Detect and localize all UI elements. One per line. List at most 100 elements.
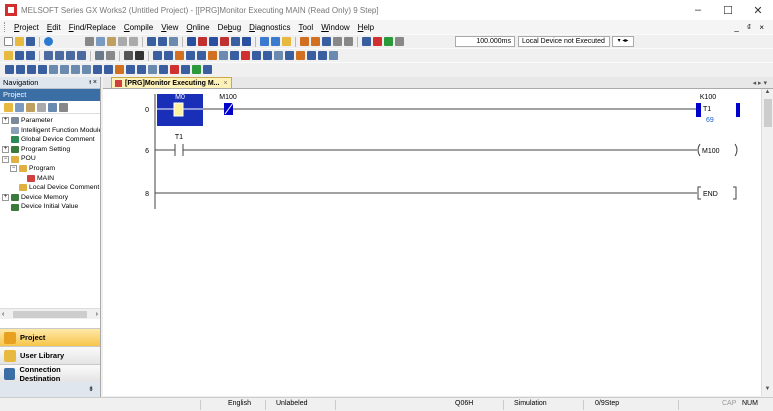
ladder-function-icon[interactable]: [71, 65, 80, 74]
tree-item[interactable]: MAIN: [2, 174, 100, 184]
nav-delete-icon[interactable]: [37, 102, 46, 112]
run-icon[interactable]: [373, 37, 382, 46]
nav-button-project[interactable]: Project: [0, 328, 100, 346]
device-list-icon[interactable]: [55, 51, 64, 60]
ladder-symbol-icon[interactable]: [153, 51, 162, 60]
navigation-configure-button[interactable]: ⇟: [0, 382, 100, 397]
scroll-right-icon[interactable]: ›: [96, 311, 98, 318]
vertical-scroll-thumb[interactable]: [764, 99, 772, 127]
ladder-function-icon[interactable]: [104, 65, 113, 74]
tree-item[interactable]: + Device Memory: [2, 193, 100, 203]
tree-item[interactable]: Local Device Comment: [2, 183, 100, 193]
end-instruction-left[interactable]: [697, 186, 701, 200]
minimize-button[interactable]: –: [683, 0, 713, 20]
menu-window[interactable]: Window: [317, 23, 353, 32]
ladder-symbol-icon[interactable]: [230, 51, 239, 60]
ladder-symbol-icon[interactable]: [285, 51, 294, 60]
scroll-thumb[interactable]: [13, 310, 87, 318]
zoom-icon[interactable]: [124, 51, 133, 60]
menu-view[interactable]: View: [157, 23, 182, 32]
copy-icon[interactable]: [96, 37, 105, 46]
step-icon[interactable]: [384, 37, 393, 46]
expand-icon[interactable]: +: [2, 194, 9, 202]
device-batch-icon[interactable]: [231, 37, 240, 46]
save-icon[interactable]: [26, 37, 35, 46]
contact-m0[interactable]: [173, 102, 184, 117]
diagnostics-icon[interactable]: [260, 37, 269, 46]
menu-debug[interactable]: Debug: [214, 23, 246, 32]
find-icon[interactable]: [344, 37, 353, 46]
cpu-monitor-icon[interactable]: [282, 37, 291, 46]
tree-item[interactable]: − POU: [2, 154, 100, 164]
start-monitor-icon[interactable]: [209, 37, 218, 46]
coil-m100[interactable]: [697, 143, 701, 157]
entry-monitor-icon[interactable]: [242, 37, 251, 46]
ladder-function-icon[interactable]: [60, 65, 69, 74]
ladder-convert-icon[interactable]: [300, 37, 309, 46]
ladder-editor[interactable]: 0 M0 M100 K100 T1 69 6 T1 M100 8 END: [103, 89, 761, 396]
watch-icon[interactable]: [66, 51, 75, 60]
read-from-plc-icon[interactable]: [158, 37, 167, 46]
device-status-dropdown[interactable]: ▾ ◂▸: [612, 36, 634, 47]
paste-icon[interactable]: [107, 37, 116, 46]
tree-item[interactable]: Intelligent Function Module: [2, 126, 100, 136]
ladder-function-icon[interactable]: [159, 65, 168, 74]
rebuild-all-icon[interactable]: [322, 37, 331, 46]
project-window-icon[interactable]: [15, 51, 24, 60]
collapse-icon[interactable]: −: [2, 155, 9, 163]
ladder-symbol-icon[interactable]: [318, 51, 327, 60]
open-project-icon[interactable]: [15, 37, 24, 46]
tree-item[interactable]: + Program Setting: [2, 145, 100, 155]
ladder-symbol-icon[interactable]: [208, 51, 217, 60]
monitor-write-icon[interactable]: [198, 37, 207, 46]
ladder-symbol-icon[interactable]: [186, 51, 195, 60]
ladder-symbol-icon[interactable]: [241, 51, 250, 60]
pin-close-icon[interactable]: ᵻ ×: [89, 79, 97, 86]
ladder-function-icon[interactable]: [115, 65, 124, 74]
simulation-start-icon[interactable]: [362, 37, 371, 46]
system-monitor-icon[interactable]: [271, 37, 280, 46]
nav-filter-icon[interactable]: [59, 102, 68, 112]
menu-project[interactable]: Project: [10, 23, 43, 32]
stop-icon[interactable]: [395, 37, 404, 46]
ladder-function-icon[interactable]: [49, 65, 58, 74]
menu-edit[interactable]: Edit: [43, 23, 65, 32]
nav-paste-icon[interactable]: [26, 102, 35, 112]
cross-ref-icon[interactable]: [44, 51, 53, 60]
ladder-function-icon[interactable]: [170, 65, 179, 74]
menu-help[interactable]: Help: [354, 23, 378, 32]
help-icon[interactable]: [44, 37, 53, 46]
tree-item[interactable]: Device Initial Value: [2, 202, 100, 212]
collapse-icon[interactable]: −: [10, 165, 17, 173]
ladder-vertical-scrollbar[interactable]: ▲ ▼: [761, 89, 773, 396]
output-window-icon[interactable]: [26, 51, 35, 60]
ladder-function-icon[interactable]: [203, 65, 212, 74]
nav-button-user-library[interactable]: User Library: [0, 346, 100, 364]
ladder-function-icon[interactable]: [82, 65, 91, 74]
nav-button-connection[interactable]: Connection Destination: [0, 364, 100, 383]
ladder-function-icon[interactable]: [16, 65, 25, 74]
menu-diagnostics[interactable]: Diagnostics: [245, 23, 294, 32]
new-project-icon[interactable]: [4, 37, 13, 46]
write-to-plc-icon[interactable]: [147, 37, 156, 46]
ladder-function-icon[interactable]: [93, 65, 102, 74]
timer-icon[interactable]: [106, 51, 115, 60]
ladder-function-icon[interactable]: [5, 65, 14, 74]
ladder-function-icon[interactable]: [27, 65, 36, 74]
nav-copy-icon[interactable]: [15, 102, 24, 112]
nav-properties-icon[interactable]: [48, 102, 57, 112]
ladder-function-icon[interactable]: [126, 65, 135, 74]
ladder-symbol-icon[interactable]: [164, 51, 173, 60]
stop-monitor-icon[interactable]: [220, 37, 229, 46]
scroll-left-icon[interactable]: ‹: [2, 311, 4, 318]
menu-tool[interactable]: Tool: [295, 23, 318, 32]
verify-plc-icon[interactable]: [169, 37, 178, 46]
ladder-symbol-icon[interactable]: [175, 51, 184, 60]
ladder-symbol-icon[interactable]: [252, 51, 261, 60]
check-icon[interactable]: [333, 37, 342, 46]
ladder-symbol-icon[interactable]: [307, 51, 316, 60]
expand-icon[interactable]: +: [2, 117, 9, 125]
editor-tab-main[interactable]: [PRG]Monitor Executing M... ×: [111, 77, 232, 88]
mdi-window-controls[interactable]: _ ₫ ×: [734, 23, 767, 32]
ladder-symbol-icon[interactable]: [274, 51, 283, 60]
